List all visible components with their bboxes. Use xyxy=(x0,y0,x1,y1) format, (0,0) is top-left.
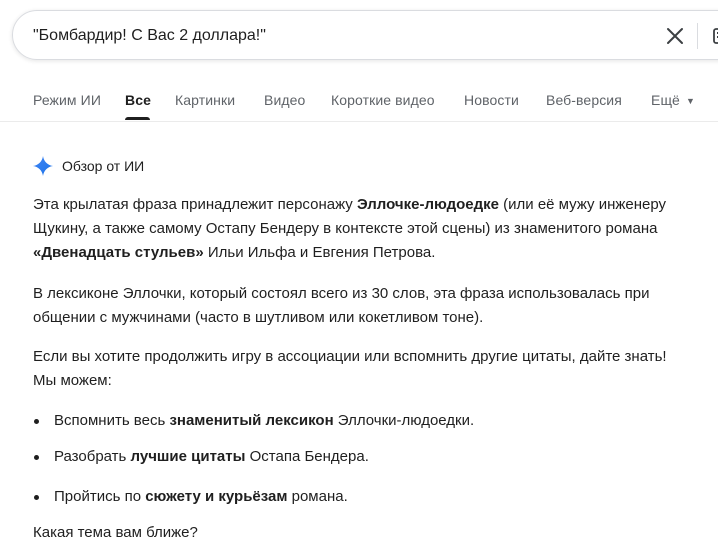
bullet-icon xyxy=(34,455,39,460)
tab-short-videos[interactable]: Короткие видео xyxy=(331,92,435,108)
bold-term: знаменитый лексикон xyxy=(169,412,334,429)
close-icon xyxy=(667,28,683,44)
bold-term: «Двенадцать стульев» xyxy=(33,244,204,261)
list-item-text: Пройтись по xyxy=(54,488,146,505)
chevron-down-icon: ▼ xyxy=(685,96,695,106)
tab-more-label: Ещё xyxy=(651,92,680,108)
bullet-icon xyxy=(34,419,39,424)
tab-news[interactable]: Новости xyxy=(464,92,519,108)
overview-closing-question: Какая тема вам ближе? xyxy=(33,524,198,541)
search-tabs: Режим ИИ Все Картинки Видео Короткие вид… xyxy=(0,82,718,122)
bold-term: сюжету и курьёзам xyxy=(145,488,288,505)
overview-paragraph-2: В лексиконе Эллочки, который состоял все… xyxy=(33,285,650,326)
paragraph-text: Эта крылатая фраза принадлежит персонажу xyxy=(33,196,357,213)
paragraph-text: Ильи Ильфа и Евгения Петрова. xyxy=(203,244,436,261)
list-item: Пройтись по сюжету и курьёзам романа. xyxy=(33,485,693,509)
ai-overview-title: Обзор от ИИ xyxy=(62,158,145,174)
search-input[interactable] xyxy=(33,24,633,48)
list-item: Разобрать лучшие цитаты Остапа Бендера. xyxy=(33,445,693,469)
overview-bullet-list: Вспомнить весь знаменитый лексикон Эллоч… xyxy=(33,409,693,509)
active-tab-indicator xyxy=(125,117,150,120)
tab-more[interactable]: Ещё ▼ xyxy=(651,92,695,108)
bullet-icon xyxy=(34,495,39,500)
clear-search-button[interactable] xyxy=(661,22,689,50)
search-bar-divider xyxy=(697,23,698,49)
list-item-text: Вспомнить весь xyxy=(54,412,170,429)
tab-images[interactable]: Картинки xyxy=(175,92,235,108)
list-item-text: Эллочки-людоедки. xyxy=(333,412,475,429)
bold-term: лучшие цитаты xyxy=(130,448,246,465)
tab-ai-mode[interactable]: Режим ИИ xyxy=(33,92,101,108)
list-item: Вспомнить весь знаменитый лексикон Эллоч… xyxy=(33,409,693,433)
tab-all[interactable]: Все xyxy=(125,92,151,108)
tab-web[interactable]: Веб-версия xyxy=(546,92,622,108)
keyboard-icon[interactable] xyxy=(713,26,718,46)
bold-term: Эллочке-людоедке xyxy=(356,196,499,213)
list-item-text: Остапа Бендера. xyxy=(245,448,369,465)
search-bar xyxy=(12,10,718,60)
list-item-text: романа. xyxy=(287,488,348,505)
tab-videos[interactable]: Видео xyxy=(264,92,305,108)
list-item-text: Разобрать xyxy=(54,448,131,465)
ai-overview-header: Обзор от ИИ xyxy=(33,155,144,177)
overview-paragraph-3: Если вы хотите продолжить игру в ассоциа… xyxy=(33,348,667,389)
tabs-divider xyxy=(0,121,718,122)
sparkle-icon xyxy=(33,156,53,176)
overview-paragraph-1: Эта крылатая фраза принадлежит персонажу… xyxy=(33,193,693,265)
